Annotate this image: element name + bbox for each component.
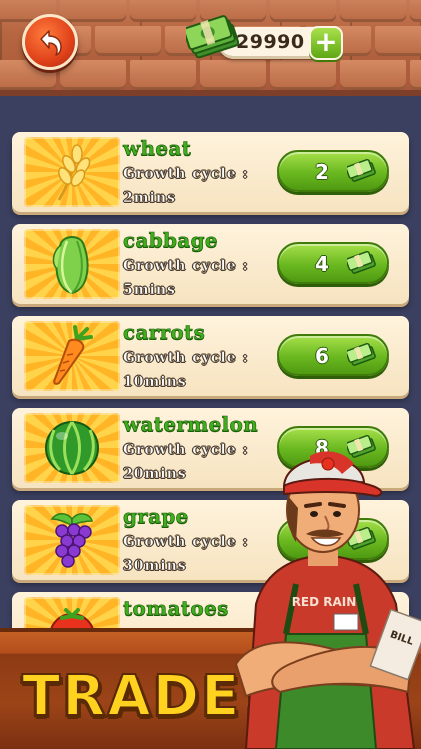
growth-cycle-time: 5mins: [123, 282, 176, 299]
cash-icon: [347, 159, 376, 182]
crop-name: cabbage: [123, 228, 218, 253]
growth-cycle-label: Growth cycle :: [123, 350, 249, 367]
growth-cycle-time: 20mins: [123, 466, 187, 483]
growth-cycle-time: 2mins: [123, 190, 176, 207]
growth-cycle-time: 30mins: [123, 558, 187, 575]
price-value: 6: [315, 344, 329, 368]
growth-cycle-label: Growth cycle :: [123, 166, 249, 183]
carrot-icon: [53, 325, 93, 385]
crop-thumb: [24, 137, 120, 207]
shirt-logo-text: RED RAIN: [292, 595, 357, 609]
price-value: 2: [315, 160, 329, 184]
wheat-icon: [57, 144, 91, 201]
crop-card-cabbage: cabbage Growth cycle : 5mins 4: [12, 224, 409, 304]
crop-thumb: [24, 229, 120, 299]
buy-button-carrots[interactable]: 6: [277, 334, 389, 376]
cash-icon: [347, 251, 376, 274]
cabbage-icon: [52, 236, 89, 295]
crop-name: grape: [123, 504, 189, 529]
crop-thumb: [24, 413, 120, 483]
watermelon-icon: [45, 421, 99, 475]
grape-icon: [50, 513, 93, 568]
buy-button-cabbage[interactable]: 4: [277, 242, 389, 284]
cash-icon: [347, 343, 376, 366]
back-arrow-icon: [40, 30, 62, 56]
crop-name: carrots: [123, 320, 206, 345]
growth-cycle-label: Growth cycle :: [123, 258, 249, 275]
add-money-button[interactable]: +: [309, 26, 343, 60]
crop-thumb: [24, 505, 120, 575]
crop-name: wheat: [123, 136, 192, 161]
crop-card-carrots: carrots Growth cycle : 10mins 6: [12, 316, 409, 396]
back-button[interactable]: [22, 14, 78, 70]
crop-name: watermelon: [123, 412, 259, 437]
cash-stack-icon: [186, 15, 240, 59]
crop-name: tomatoes: [123, 596, 229, 621]
farmer-character: RED RAIN BILL: [234, 451, 421, 749]
price-value: 4: [315, 252, 329, 276]
crop-card-wheat: wheat Growth cycle : 2mins 2: [12, 132, 409, 212]
money-amount: 29990: [236, 31, 305, 53]
crop-thumb: [24, 321, 120, 391]
growth-cycle-time: 10mins: [123, 374, 187, 391]
buy-button-wheat[interactable]: 2: [277, 150, 389, 192]
